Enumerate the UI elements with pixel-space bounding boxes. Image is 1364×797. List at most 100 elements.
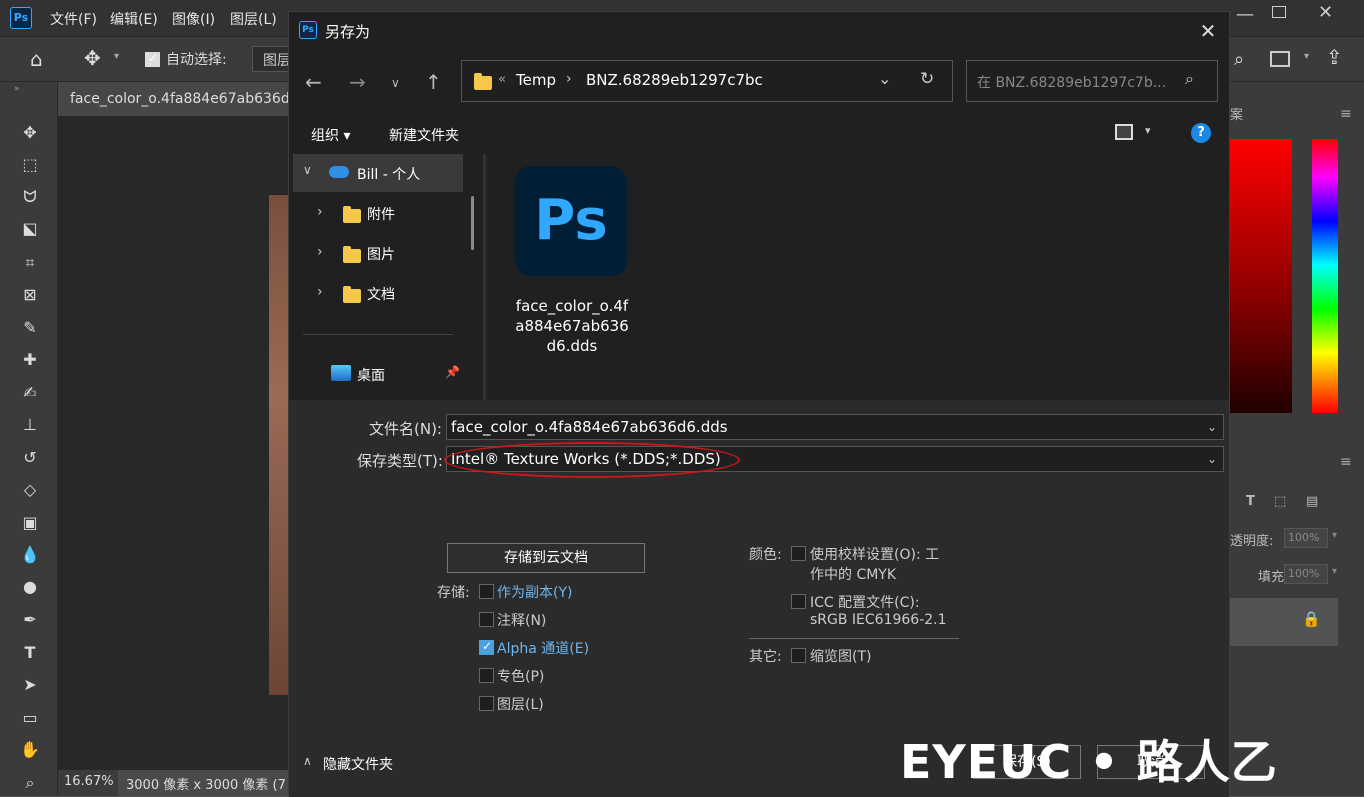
- forward-arrow-icon[interactable]: →: [349, 70, 366, 94]
- move-tool-icon[interactable]: ✥: [84, 46, 101, 70]
- chevron-down-icon[interactable]: ⌄: [1207, 415, 1217, 439]
- lasso-tool-icon[interactable]: ᗢ: [18, 186, 42, 208]
- tree-item-documents[interactable]: › 文档: [293, 274, 463, 312]
- icc-profile-checkbox[interactable]: [791, 594, 806, 609]
- chevron-down-icon[interactable]: ▾: [1304, 51, 1309, 62]
- tree-item-pictures[interactable]: › 图片: [293, 234, 463, 272]
- canvas-area[interactable]: [58, 116, 290, 772]
- use-proof-setup-checkbox[interactable]: [791, 546, 806, 561]
- dialog-titlebar[interactable]: Ps 另存为 ✕: [289, 12, 1229, 50]
- file-item[interactable]: Ps face_color_o.4f a884e67ab636 d6.dds: [507, 164, 637, 355]
- recent-locations-icon[interactable]: ∨: [391, 76, 400, 90]
- frame-tool-icon[interactable]: ⊠: [18, 284, 42, 306]
- document-info[interactable]: 3000 像素 x 3000 像素 (7: [118, 770, 290, 796]
- panel-menu-icon[interactable]: ≡: [1340, 454, 1352, 470]
- save-as-copy-checkbox[interactable]: [479, 584, 494, 599]
- search-icon[interactable]: ⌕: [1185, 69, 1194, 89]
- annotations-checkbox[interactable]: [479, 612, 494, 627]
- save-to-cloud-button[interactable]: 存储到云文档: [447, 543, 645, 573]
- breadcrumb-temp[interactable]: Temp: [516, 71, 556, 89]
- tree-item-attachments[interactable]: › 附件: [293, 194, 463, 232]
- menu-edit[interactable]: 编辑(E): [110, 9, 158, 29]
- search-icon[interactable]: ⌕: [1234, 49, 1244, 70]
- breadcrumb-current[interactable]: BNZ.68289eb1297c7bc: [586, 71, 763, 89]
- layers-label[interactable]: 图层(L): [497, 694, 544, 714]
- back-arrow-icon[interactable]: ←: [305, 70, 322, 94]
- alpha-channels-checkbox[interactable]: [479, 639, 494, 655]
- close-icon[interactable]: ✕: [1195, 18, 1221, 44]
- zoom-tool-icon[interactable]: ⌕: [18, 772, 42, 794]
- eraser-tool-icon[interactable]: ◇: [18, 479, 42, 501]
- proof-setup-line1[interactable]: 使用校样设置(O): 工: [810, 544, 939, 564]
- rectangle-tool-icon[interactable]: ▭: [18, 707, 42, 729]
- chevron-down-icon[interactable]: ▾: [114, 51, 119, 62]
- stamp-tool-icon[interactable]: ⊥: [18, 414, 42, 436]
- alpha-channels-label[interactable]: Alpha 通道(E): [497, 638, 589, 658]
- address-dropdown-icon[interactable]: ⌄: [878, 69, 891, 88]
- collapse-icon[interactable]: »: [14, 84, 20, 94]
- annotations-label[interactable]: 注释(N): [497, 610, 546, 630]
- layer-row[interactable]: 🔒: [1230, 598, 1338, 646]
- new-folder-button[interactable]: 新建文件夹: [389, 125, 459, 145]
- breadcrumb-overflow[interactable]: «: [498, 72, 506, 87]
- chevron-down-icon[interactable]: ∨: [303, 163, 312, 177]
- healing-tool-icon[interactable]: ✚: [18, 349, 42, 371]
- document-tab[interactable]: face_color_o.4fa884e67ab636d6.: [58, 82, 303, 116]
- chevron-right-icon[interactable]: ›: [317, 284, 323, 300]
- tree-item-desktop[interactable]: 桌面 📌: [293, 354, 463, 392]
- type-filter-icon[interactable]: T: [1246, 494, 1255, 509]
- history-brush-icon[interactable]: ↺: [18, 447, 42, 469]
- tree-item-onedrive[interactable]: ∨ Bill - 个人: [293, 154, 463, 192]
- menu-layer[interactable]: 图层(L): [230, 9, 277, 29]
- workspace-icon[interactable]: [1270, 51, 1290, 67]
- help-icon[interactable]: ?: [1191, 123, 1211, 143]
- path-select-tool-icon[interactable]: ➤: [18, 674, 42, 696]
- chevron-down-icon[interactable]: ▾: [1332, 530, 1337, 541]
- chevron-down-icon[interactable]: ▾: [1145, 124, 1151, 137]
- address-bar[interactable]: « Temp › BNZ.68289eb1297c7bc ⌄ ↻: [461, 60, 953, 102]
- up-arrow-icon[interactable]: ↑: [425, 70, 442, 94]
- maximize-icon[interactable]: [1272, 6, 1286, 18]
- pane-splitter[interactable]: [483, 154, 485, 400]
- pen-tool-icon[interactable]: ✒: [18, 609, 42, 631]
- brush-tool-icon[interactable]: ✍: [18, 382, 42, 404]
- chevron-right-icon[interactable]: ›: [317, 244, 323, 260]
- color-field[interactable]: [1230, 139, 1292, 413]
- move-tool-icon[interactable]: ✥: [18, 122, 42, 144]
- spot-colors-checkbox[interactable]: [479, 668, 494, 683]
- panel-menu-icon[interactable]: ≡: [1340, 106, 1352, 122]
- shape-filter-icon[interactable]: ⬚: [1274, 494, 1286, 509]
- hide-folders-button[interactable]: 隐藏文件夹: [323, 754, 393, 774]
- chevron-up-icon[interactable]: ∧: [303, 754, 312, 768]
- blur-tool-icon[interactable]: 💧: [18, 544, 42, 566]
- filename-input[interactable]: face_color_o.4fa884e67ab636d6.dds ⌄: [446, 414, 1224, 440]
- auto-select-checkbox[interactable]: [145, 51, 160, 67]
- auto-select-dropdown[interactable]: 图层: [252, 46, 292, 72]
- view-icon[interactable]: [1115, 124, 1133, 140]
- chevron-right-icon[interactable]: ›: [317, 204, 323, 220]
- menu-file[interactable]: 文件(F): [50, 9, 97, 29]
- panel-tab[interactable]: 案: [1230, 104, 1243, 123]
- home-icon[interactable]: ⌂: [30, 47, 43, 71]
- search-input[interactable]: 在 BNZ.68289eb1297c7b... ⌕: [966, 60, 1218, 102]
- crop-tool-icon[interactable]: ⌗: [18, 252, 42, 274]
- hue-slider[interactable]: [1312, 139, 1338, 413]
- object-select-tool-icon[interactable]: ⬕: [18, 218, 42, 240]
- eyedropper-tool-icon[interactable]: ✎: [18, 317, 42, 339]
- organize-button[interactable]: 组织 ▾: [311, 125, 350, 145]
- gradient-tool-icon[interactable]: ▣: [18, 512, 42, 534]
- layers-checkbox[interactable]: [479, 696, 494, 711]
- icc-profile-line1[interactable]: ICC 配置文件(C):: [810, 592, 920, 612]
- pin-icon[interactable]: 📌: [445, 365, 460, 379]
- fill-input[interactable]: 100%: [1284, 564, 1328, 584]
- chevron-down-icon[interactable]: ▾: [1332, 566, 1337, 577]
- save-as-copy-label[interactable]: 作为副本(Y): [497, 582, 572, 602]
- hand-tool-icon[interactable]: ✋: [18, 739, 42, 761]
- type-tool-icon[interactable]: T: [18, 642, 42, 664]
- thumbnail-checkbox[interactable]: [791, 648, 806, 663]
- minimize-icon[interactable]: —: [1236, 4, 1254, 25]
- refresh-icon[interactable]: ↻: [920, 69, 934, 89]
- marquee-tool-icon[interactable]: ⬚: [18, 154, 42, 176]
- zoom-level[interactable]: 16.67%: [64, 774, 114, 789]
- opacity-input[interactable]: 100%: [1284, 528, 1328, 548]
